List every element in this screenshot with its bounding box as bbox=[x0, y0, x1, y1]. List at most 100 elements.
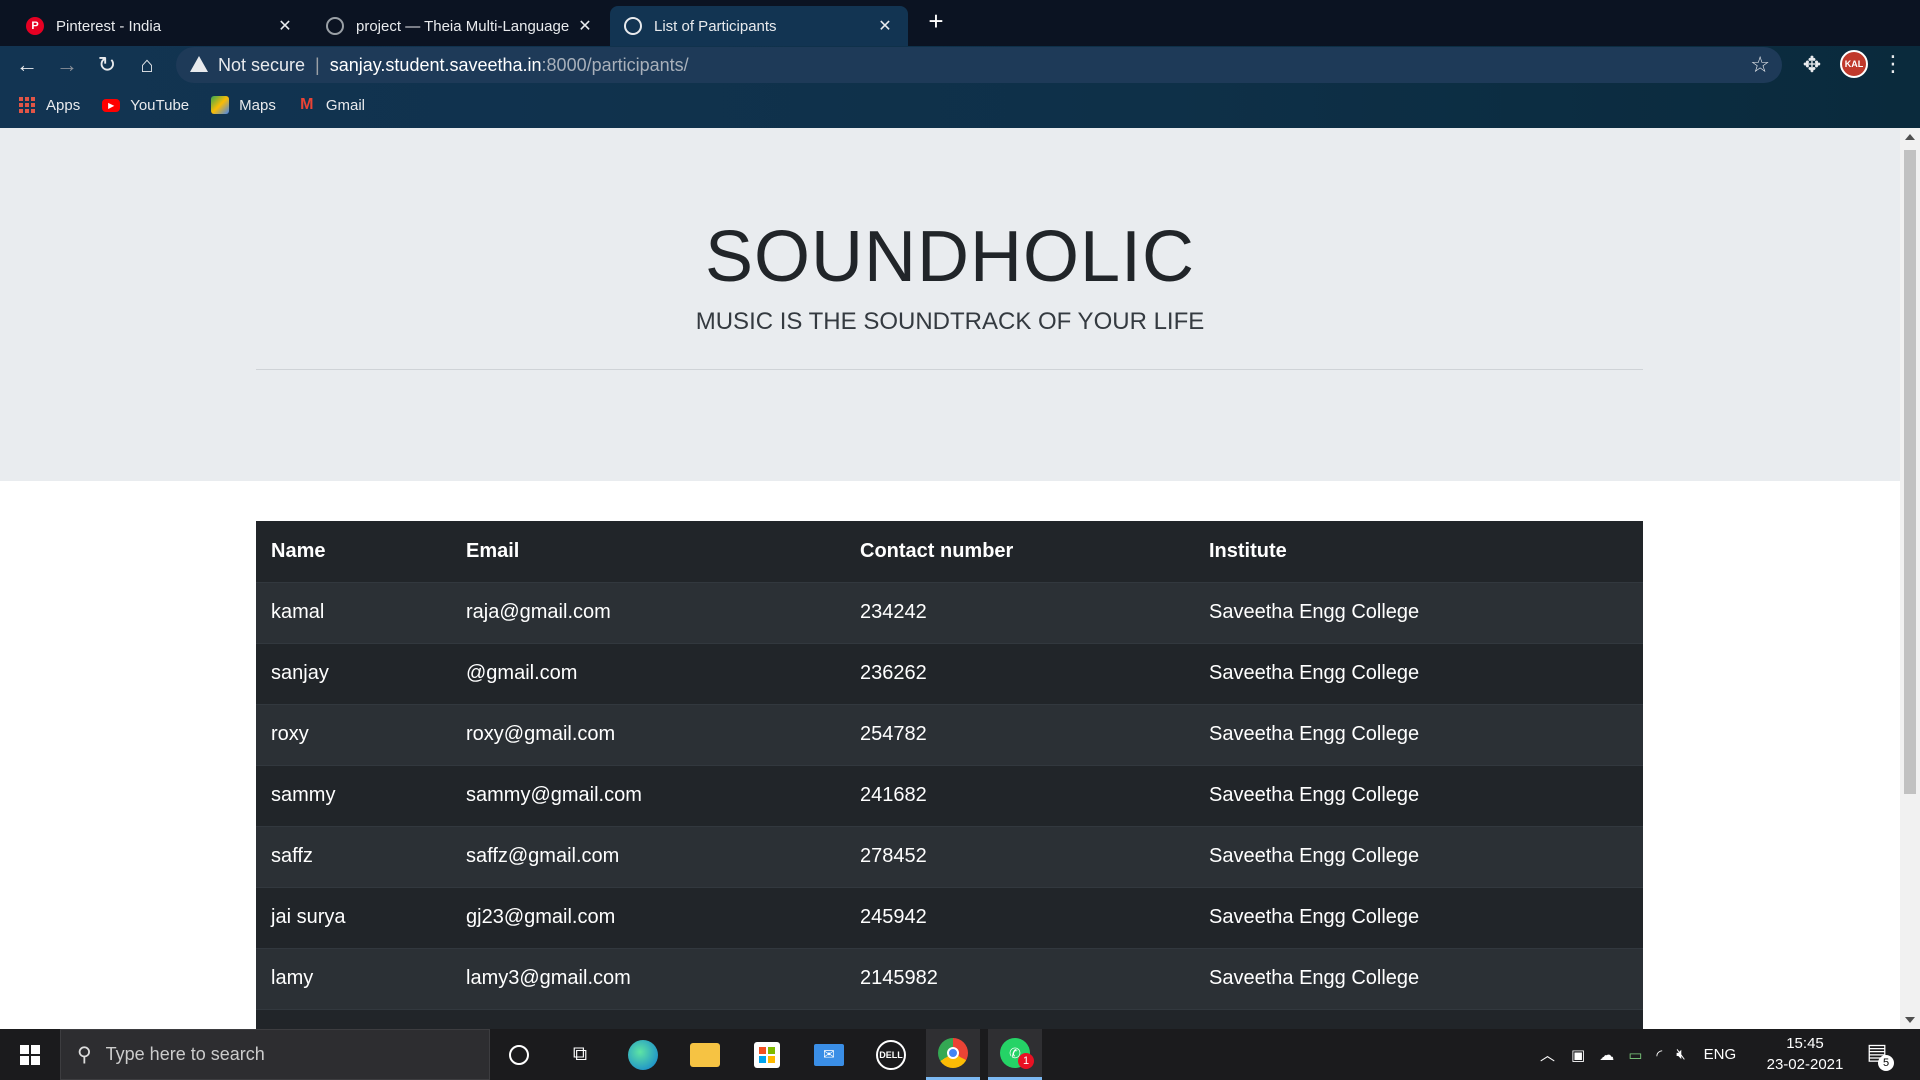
participant-email: gj23@gmail.com bbox=[451, 886, 845, 948]
close-icon[interactable]: ✕ bbox=[576, 16, 594, 36]
participant-institute: Saveetha Engg College bbox=[1194, 703, 1643, 765]
extensions-puzzle-icon[interactable]: ✥ bbox=[1800, 52, 1824, 77]
column-header-email: Email bbox=[451, 521, 845, 583]
address-separator: | bbox=[315, 54, 320, 75]
back-arrow-icon[interactable]: ← bbox=[12, 50, 42, 80]
participant-contact: 241682 bbox=[845, 764, 1194, 826]
participant-institute bbox=[1194, 1008, 1643, 1029]
url-host: sanjay.student.saveetha.in bbox=[329, 54, 542, 75]
scrollbar-thumb[interactable] bbox=[1904, 150, 1916, 794]
participant-contact: 2145982 bbox=[845, 947, 1194, 1009]
column-header-name: Name bbox=[256, 521, 451, 583]
notification-count-badge: 5 bbox=[1878, 1055, 1894, 1071]
battery-icon[interactable]: ▭ bbox=[1628, 1046, 1642, 1064]
store-bag-icon bbox=[754, 1041, 780, 1068]
participant-email: @gmail.com bbox=[451, 642, 845, 704]
bookmarks-bar: Apps ▶ YouTube Maps M Gmail bbox=[18, 92, 387, 118]
store-taskbar-button[interactable] bbox=[740, 1029, 794, 1080]
participant-contact: 278452 bbox=[845, 825, 1194, 887]
table-row: jai surya gj23@gmail.com 245942 Saveetha… bbox=[256, 886, 1643, 948]
participant-email: raja@gmail.com bbox=[451, 581, 845, 643]
language-indicator[interactable]: ENG bbox=[1704, 1046, 1737, 1063]
reload-icon[interactable]: ↻ bbox=[92, 50, 122, 80]
search-icon: ⚲ bbox=[77, 1044, 92, 1066]
participant-institute: Saveetha Engg College bbox=[1194, 764, 1643, 826]
site-title: SOUNDHOLIC bbox=[704, 217, 1196, 297]
participant-institute: Saveetha Engg College bbox=[1194, 825, 1643, 887]
bookmark-youtube[interactable]: ▶ YouTube bbox=[102, 97, 189, 114]
bookmark-gmail[interactable]: M Gmail bbox=[298, 96, 365, 114]
volume-muted-icon[interactable]: 🔇︎ bbox=[1676, 1046, 1685, 1063]
dell-logo-icon: DELL bbox=[876, 1039, 906, 1070]
gmail-icon: M bbox=[300, 96, 314, 113]
show-hidden-icons-chevron-icon[interactable]: ︿ bbox=[1540, 1044, 1555, 1065]
bookmark-label: YouTube bbox=[130, 96, 190, 114]
wifi-icon[interactable]: ◜ bbox=[1656, 1046, 1662, 1064]
action-center-button[interactable]: ▤ 5 bbox=[1862, 1039, 1894, 1071]
system-tray: ︿ ▣ ☁ ▭ ◜ 🔇︎ ENG bbox=[1540, 1029, 1736, 1080]
bookmark-label: Gmail bbox=[325, 96, 366, 114]
page-scrollbar[interactable] bbox=[1900, 128, 1920, 1029]
tab-pinterest[interactable]: P Pinterest - India ✕ bbox=[12, 6, 308, 46]
cortana-button[interactable] bbox=[492, 1029, 546, 1080]
bookmark-star-icon[interactable]: ☆ bbox=[1750, 52, 1770, 78]
participant-email: sammy@gmail.com bbox=[451, 764, 845, 826]
tab-title: project — Theia Multi-Language bbox=[356, 17, 570, 35]
participant-email: saffz@gmail.com bbox=[451, 825, 845, 887]
tab-theia-project[interactable]: project — Theia Multi-Language ✕ bbox=[312, 6, 608, 46]
scroll-up-arrow-icon[interactable] bbox=[1905, 134, 1915, 140]
site-tagline: MUSIC IS THE SOUNDTRACK OF YOUR LIFE bbox=[695, 308, 1205, 335]
taskbar-search-box[interactable]: ⚲ Type here to search bbox=[60, 1029, 490, 1080]
participant-email: lamy3@gmail.com bbox=[451, 947, 845, 1009]
search-placeholder: Type here to search bbox=[105, 1044, 265, 1064]
home-icon[interactable]: ⌂ bbox=[132, 50, 162, 80]
mail-envelope-icon: ✉ bbox=[814, 1043, 844, 1066]
clock-time: 15:45 bbox=[1786, 1035, 1824, 1052]
participants-table: Name Email Contact number Institute kama… bbox=[256, 521, 1643, 1029]
bookmark-label: Maps bbox=[239, 96, 276, 114]
mail-taskbar-button[interactable]: ✉ bbox=[802, 1029, 856, 1080]
close-icon[interactable]: ✕ bbox=[876, 16, 894, 36]
whatsapp-taskbar-button[interactable]: ✆ 1 bbox=[988, 1029, 1042, 1080]
table-row: sammy sammy@gmail.com 241682 Saveetha En… bbox=[256, 764, 1643, 826]
file-explorer-taskbar-button[interactable] bbox=[678, 1029, 732, 1080]
taskbar-clock[interactable]: 15:45 23-02-2021 bbox=[1762, 1033, 1848, 1075]
scroll-down-arrow-icon[interactable] bbox=[1905, 1017, 1915, 1023]
edge-taskbar-button[interactable] bbox=[616, 1029, 670, 1080]
jumbotron-header: SOUNDHOLIC MUSIC IS THE SOUNDTRACK OF YO… bbox=[0, 128, 1900, 481]
task-view-icon: ⧉ bbox=[572, 1043, 588, 1065]
browser-tab-bar: P Pinterest - India ✕ project — Theia Mu… bbox=[0, 0, 1920, 46]
dell-taskbar-button[interactable]: DELL bbox=[864, 1029, 918, 1080]
table-row: saffz saffz@gmail.com 278452 Saveetha En… bbox=[256, 825, 1643, 887]
participant-name: kamal bbox=[256, 581, 451, 643]
chrome-taskbar-button[interactable] bbox=[926, 1029, 980, 1080]
participant-institute: Saveetha Engg College bbox=[1194, 947, 1643, 1009]
more-options-icon[interactable]: ⋮ bbox=[1882, 50, 1904, 78]
security-label[interactable]: Not secure bbox=[218, 55, 305, 76]
onedrive-cloud-icon[interactable]: ☁ bbox=[1599, 1046, 1614, 1064]
windows-taskbar: ⚲ Type here to search ⧉ ✉ DELL ✆ 1 ︿ ▣ ☁… bbox=[0, 1029, 1920, 1080]
meet-now-icon[interactable]: ▣ bbox=[1571, 1046, 1585, 1064]
bookmark-maps[interactable]: Maps bbox=[211, 96, 276, 114]
participant-name: sanjay bbox=[256, 642, 451, 704]
participant-name: roxy bbox=[256, 703, 451, 765]
address-bar[interactable]: Not secure | sanjay.student.saveetha.in:… bbox=[176, 47, 1782, 83]
bookmark-apps[interactable]: Apps bbox=[18, 96, 80, 114]
new-tab-button[interactable]: + bbox=[922, 8, 950, 36]
participant-email: roxy@gmail.com bbox=[451, 703, 845, 765]
column-header-institute: Institute bbox=[1194, 521, 1643, 583]
tab-list-of-participants[interactable]: List of Participants ✕ bbox=[610, 6, 908, 46]
table-row bbox=[256, 1008, 1643, 1029]
clock-date: 23-02-2021 bbox=[1766, 1056, 1844, 1073]
tab-title: Pinterest - India bbox=[56, 17, 162, 35]
participant-institute: Saveetha Engg College bbox=[1194, 642, 1643, 704]
tab-title: List of Participants bbox=[654, 17, 777, 35]
start-button[interactable] bbox=[0, 1029, 60, 1080]
profile-avatar[interactable]: KAL bbox=[1840, 50, 1868, 78]
globe-icon bbox=[326, 17, 344, 35]
task-view-button[interactable]: ⧉ bbox=[553, 1029, 607, 1080]
close-icon[interactable]: ✕ bbox=[276, 16, 294, 36]
windows-logo-icon bbox=[20, 1044, 40, 1065]
column-header-contact: Contact number bbox=[845, 521, 1194, 583]
forward-arrow-icon[interactable]: → bbox=[52, 50, 82, 80]
